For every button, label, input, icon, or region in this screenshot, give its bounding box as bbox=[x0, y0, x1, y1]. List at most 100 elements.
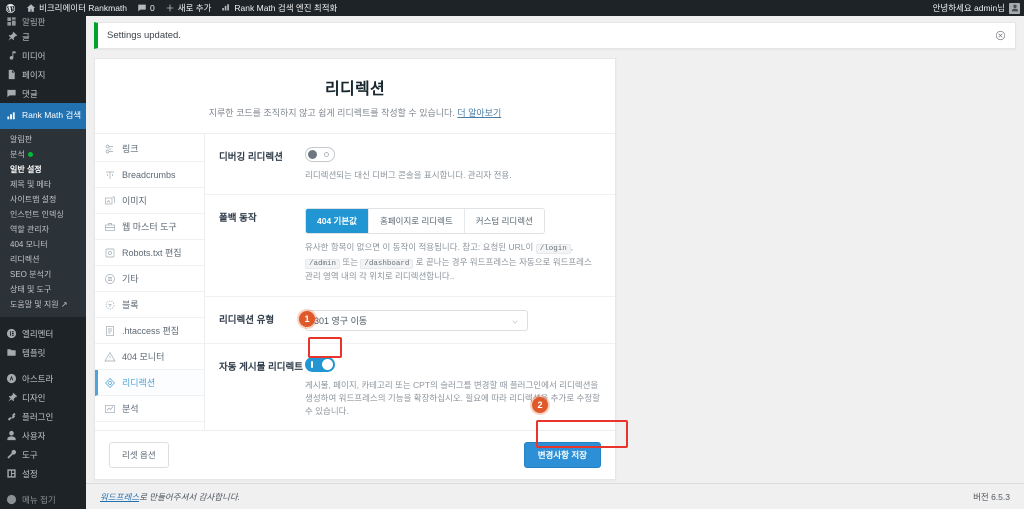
sidebar-subitem-instant-indexing[interactable]: 인스턴트 인덱싱 bbox=[0, 207, 86, 222]
toolbox-icon bbox=[105, 222, 115, 231]
tab-htaccess[interactable]: .htaccess 편집 bbox=[95, 318, 204, 344]
sidebar-item-settings[interactable]: 설정 bbox=[0, 464, 86, 483]
sidebar-item-rankmath-label: Rank Math 검색 엔진 최적화 bbox=[22, 111, 81, 121]
tab-redirections[interactable]: 리디렉션 bbox=[95, 370, 204, 396]
sidebar-item-astra-label: 아스트라 bbox=[22, 373, 54, 384]
sidebar-item-plugins[interactable]: 플러그인 bbox=[0, 407, 86, 426]
sidebar-subitem-404-monitor[interactable]: 404 모니터 bbox=[0, 237, 86, 252]
tab-breadcrumbs[interactable]: Breadcrumbs bbox=[95, 162, 204, 188]
toggle-bar bbox=[311, 360, 313, 368]
sidebar-item-elementor-label: 엘리멘터 bbox=[22, 328, 54, 339]
sidebar-item-appearance-label: 디자인 bbox=[22, 392, 46, 403]
sidebar-item-users-label: 사용자 bbox=[22, 430, 46, 441]
breadcrumbs-icon bbox=[106, 171, 114, 179]
wordpress-link[interactable]: 워드프레스 bbox=[100, 491, 139, 503]
tab-webmaster-tools[interactable]: 웹 마스터 도구 bbox=[95, 214, 204, 240]
tab-404-monitor[interactable]: 404 모니터 bbox=[95, 344, 204, 370]
sidebar-subitem-general-settings[interactable]: 일반 설정 bbox=[0, 162, 86, 177]
adminbar-site-name[interactable]: 비크리에이터 Rankmath bbox=[21, 0, 132, 16]
page-title: 리디렉션 bbox=[324, 81, 386, 98]
elementor-icon bbox=[6, 328, 17, 339]
field-auto-post-redirect: 자동 게시물 리디렉트 게시물, 페이지, 카테고리 또는 CPT의 슬러그를 … bbox=[205, 344, 615, 431]
image-icon bbox=[105, 196, 115, 204]
adminbar-rankmath[interactable]: Rank Math 검색 엔진 최적화 bbox=[216, 0, 342, 16]
sidebar-subitem-redirections[interactable]: 리디렉션 bbox=[0, 252, 86, 267]
settings-tabs: 링크 Breadcrumbs 이미지 웹 마스터 도구 Robots.txt 편… bbox=[95, 134, 205, 431]
panel-header: 리디렉션 지루한 코드를 조직하지 않고 쉽게 리디렉트를 작성할 수 있습니다… bbox=[95, 59, 615, 134]
sidebar-subitem-redirections-label: 리디렉션 bbox=[10, 254, 40, 264]
sidebar-submenu-rankmath: 알림판 분석 일반 설정 제목 및 메타 사이트맵 설정 인스턴트 인덱싱 역할… bbox=[0, 129, 86, 317]
learn-more-link[interactable]: 더 알아보기 bbox=[457, 108, 501, 118]
sidebar-item-templates-label: 템플릿 bbox=[22, 347, 46, 358]
auto-post-redirect-toggle[interactable] bbox=[305, 356, 335, 372]
adminbar-rankmath-label: Rank Math 검색 엔진 최적화 bbox=[234, 3, 338, 13]
fallback-option-redirect-home[interactable]: 홈페이지로 리디렉트 bbox=[369, 209, 465, 234]
redirection-type-select[interactable]: 301 영구 이동 bbox=[305, 309, 528, 331]
sidebar-item-rankmath[interactable]: Rank Math 검색 엔진 최적화 bbox=[0, 103, 86, 129]
sidebar-subitem-dashboard-label: 알림판 bbox=[10, 134, 33, 144]
sidebar-collapse-menu[interactable]: 메뉴 접기 bbox=[0, 490, 86, 509]
rankmath-icon bbox=[222, 4, 230, 11]
sidebar-item-dashboard-label: 알림판 bbox=[22, 16, 46, 27]
sidebar-item-pages[interactable]: 페이지 bbox=[0, 65, 86, 84]
field-auto-post-redirect-control: 게시물, 페이지, 카테고리 또는 CPT의 슬러그를 변경할 때 플러그인에서… bbox=[305, 356, 601, 419]
sidebar-item-templates[interactable]: 템플릿 bbox=[0, 343, 86, 362]
sidebar-collapse-label: 메뉴 접기 bbox=[22, 494, 56, 505]
sidebar-item-dashboard-clipped[interactable]: 알림판 bbox=[0, 16, 86, 27]
tab-analytics-label: 분석 bbox=[122, 404, 139, 414]
sidebar-item-pages-label: 페이지 bbox=[22, 69, 46, 80]
sidebar-subitem-status-tools[interactable]: 상태 및 도구 bbox=[0, 282, 86, 297]
tab-images[interactable]: 이미지 bbox=[95, 188, 204, 214]
close-circle-icon[interactable] bbox=[995, 30, 1006, 41]
sidebar-item-astra[interactable]: 아스트라 bbox=[0, 369, 86, 388]
sidebar-item-media[interactable]: 미디어 bbox=[0, 46, 86, 65]
field-redirection-type: 리디렉션 유형 301 영구 이동 bbox=[205, 297, 615, 344]
adminbar-comments-count: 0 bbox=[150, 3, 155, 13]
appearance-icon bbox=[8, 392, 17, 402]
field-redirection-type-control: 301 영구 이동 bbox=[305, 309, 601, 331]
sidebar-item-comments[interactable]: 댓글 bbox=[0, 84, 86, 103]
tab-images-label: 이미지 bbox=[122, 196, 147, 206]
sidebar-item-tools[interactable]: 도구 bbox=[0, 445, 86, 464]
fallback-option-custom-redirect[interactable]: 커스텀 리디렉션 bbox=[465, 209, 544, 233]
fallback-help-part1: 유사한 항목이 없으면 이 동작이 적용됩니다. 참고: 요청된 URL이 bbox=[305, 242, 534, 253]
sidebar-subitem-analytics[interactable]: 분석 bbox=[0, 147, 86, 162]
sidebar-subitem-titles-meta[interactable]: 제목 및 메타 bbox=[0, 177, 86, 192]
sidebar-subitem-help-support[interactable]: 도움말 및 지원 ↗ bbox=[0, 297, 86, 312]
tab-blocks[interactable]: 블록 bbox=[95, 292, 204, 318]
adminbar-wp-logo[interactable] bbox=[0, 0, 21, 16]
sidebar-subitem-status-tools-label: 상태 및 도구 bbox=[10, 284, 52, 294]
list-icon bbox=[105, 273, 115, 284]
tab-others[interactable]: 기타 bbox=[95, 266, 204, 292]
adminbar-new-content[interactable]: 새로 추가 bbox=[160, 0, 217, 16]
tab-htaccess-label: .htaccess 편집 bbox=[122, 326, 180, 336]
adminbar-site-name-label: 비크리에이터 Rankmath bbox=[39, 3, 128, 13]
tab-analytics[interactable]: 분석 bbox=[95, 396, 204, 422]
debug-redirections-toggle[interactable] bbox=[305, 147, 335, 162]
sidebar-subitem-sitemap[interactable]: 사이트맵 설정 bbox=[0, 192, 86, 207]
wp-admin-bar: 비크리에이터 Rankmath 0 새로 추가 Rank Math 검색 엔진 … bbox=[0, 0, 1024, 16]
save-changes-button[interactable]: 변경사항 저장 bbox=[523, 442, 601, 469]
sidebar-subitem-role-manager[interactable]: 역할 관리자 bbox=[0, 222, 86, 237]
sidebar-subitem-seo-analyzer[interactable]: SEO 분석기 bbox=[0, 267, 86, 282]
sidebar-item-appearance[interactable]: 디자인 bbox=[0, 388, 86, 407]
tab-links[interactable]: 링크 bbox=[95, 136, 204, 162]
sidebar-subitem-dashboard[interactable]: 알림판 bbox=[0, 132, 86, 147]
block-icon bbox=[105, 300, 115, 309]
sidebar-subitem-analytics-label: 분석 bbox=[10, 149, 25, 159]
sidebar-item-posts[interactable]: 글 bbox=[0, 27, 86, 46]
panel-body: 링크 Breadcrumbs 이미지 웹 마스터 도구 Robots.txt 편… bbox=[95, 134, 615, 431]
adminbar-comments[interactable]: 0 bbox=[132, 0, 160, 16]
sidebar-item-users[interactable]: 사용자 bbox=[0, 426, 86, 445]
tab-robots-txt[interactable]: Robots.txt 편집 bbox=[95, 240, 204, 266]
reset-options-button[interactable]: 리셋 옵션 bbox=[109, 442, 169, 469]
tab-blocks-label: 블록 bbox=[122, 300, 139, 310]
footer-version: 버전 6.5.3 bbox=[973, 491, 1010, 502]
toggle-knob bbox=[322, 358, 333, 370]
redirections-settings-panel: 리디렉션 지루한 코드를 조직하지 않고 쉽게 리디렉트를 작성할 수 있습니다… bbox=[94, 58, 616, 481]
adminbar-account[interactable]: 안녕하세요 admin님 bbox=[933, 2, 1024, 14]
fallback-option-404-default[interactable]: 404 기본값 bbox=[306, 209, 370, 234]
field-debug-label: 디버깅 리디렉션 bbox=[219, 152, 283, 163]
sidebar-item-elementor[interactable]: 엘리멘터 bbox=[0, 324, 86, 343]
footer-thanks: 로 만들어주셔서 감사합니다. bbox=[139, 491, 241, 502]
